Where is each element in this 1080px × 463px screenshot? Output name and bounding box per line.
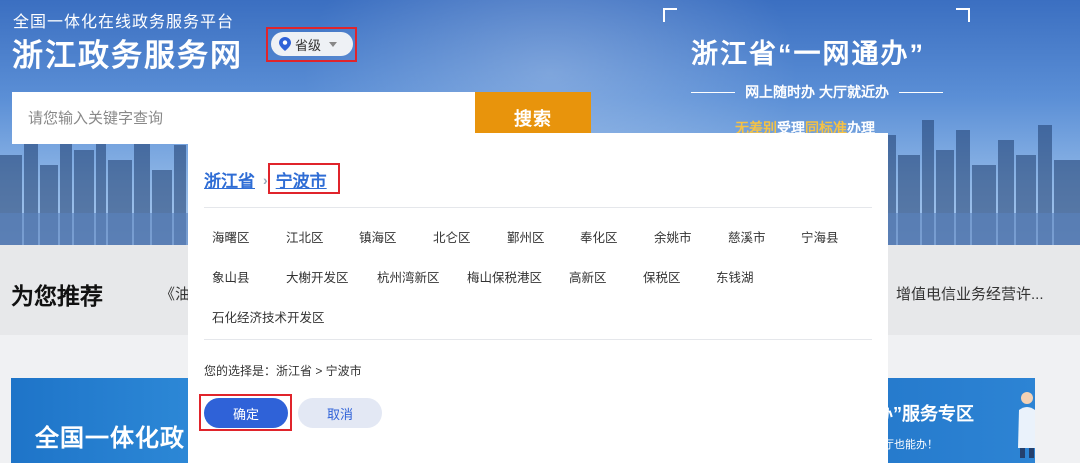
- frame-corner-top-left: [663, 8, 677, 22]
- slogan-panel: 浙江省“一网通办” 网上随时办 大厅就近办 无差别受理同标准办理: [663, 8, 970, 148]
- district-option[interactable]: 宁海县: [801, 227, 839, 246]
- district-option[interactable]: 大榭开发区: [286, 267, 349, 286]
- district-option[interactable]: 余姚市: [654, 227, 692, 246]
- city-highlight-box: [268, 163, 340, 194]
- district-option[interactable]: 杭州湾新区: [377, 267, 440, 286]
- person-illustration: [1018, 392, 1035, 458]
- recommend-item[interactable]: 增值电信业务经营许...: [896, 283, 1044, 304]
- selection-summary: 您的选择是：浙江省 > 宁波市: [204, 364, 362, 378]
- frame-corner-top-right: [956, 8, 970, 22]
- district-option[interactable]: 慈溪市: [728, 227, 766, 246]
- service-card-title: 办”服务专区: [875, 404, 974, 424]
- recommend-item[interactable]: 《油: [160, 283, 190, 304]
- district-option[interactable]: 北仑区: [433, 227, 471, 246]
- district-option[interactable]: 石化经济技术开发区: [212, 307, 325, 326]
- district-option[interactable]: 鄞州区: [507, 227, 545, 246]
- divider-line: [898, 91, 944, 93]
- site-title[interactable]: 浙江政务服务网: [12, 30, 243, 75]
- region-selector-value: 省级: [295, 37, 322, 53]
- platform-subtitle: 全国一体化在线政务服务平台: [13, 14, 235, 31]
- district-option[interactable]: 高新区: [569, 267, 607, 286]
- district-option[interactable]: 东钱湖: [716, 267, 754, 286]
- district-option[interactable]: 江北区: [286, 227, 324, 246]
- district-option[interactable]: 镇海区: [359, 227, 397, 246]
- breadcrumb-province[interactable]: 浙江省: [204, 167, 255, 192]
- district-option[interactable]: 梅山保税港区: [467, 267, 542, 286]
- divider-line: [691, 91, 736, 93]
- confirm-button[interactable]: 确定: [204, 398, 288, 428]
- cancel-button[interactable]: 取消: [298, 398, 382, 428]
- service-card-title: 全国一体化政: [35, 425, 185, 452]
- slogan-sub-text: 网上随时办 大厅就近办: [745, 84, 889, 100]
- breadcrumb-separator: ›: [263, 171, 268, 188]
- slogan-sub: 网上随时办 大厅就近办: [691, 82, 944, 102]
- district-option[interactable]: 海曙区: [212, 227, 250, 246]
- recommend-title: 为您推荐: [11, 283, 103, 309]
- region-selector[interactable]: 省级: [271, 32, 353, 56]
- chevron-down-icon: [329, 41, 338, 47]
- district-option[interactable]: 象山县: [212, 267, 250, 286]
- divider: [204, 207, 872, 208]
- service-card-subtitle: 厅也能办！: [883, 439, 938, 451]
- location-pin-icon: [279, 37, 291, 51]
- region-select-dialog: 浙江省 › 宁波市 海曙区 江北区 镇海区 北仑区 鄞州区 奉化区 余姚市 慈溪…: [188, 133, 888, 463]
- district-option[interactable]: 奉化区: [580, 227, 618, 246]
- slogan-main: 浙江省“一网通办”: [691, 39, 925, 69]
- district-option[interactable]: 保税区: [643, 267, 681, 286]
- divider: [204, 339, 872, 340]
